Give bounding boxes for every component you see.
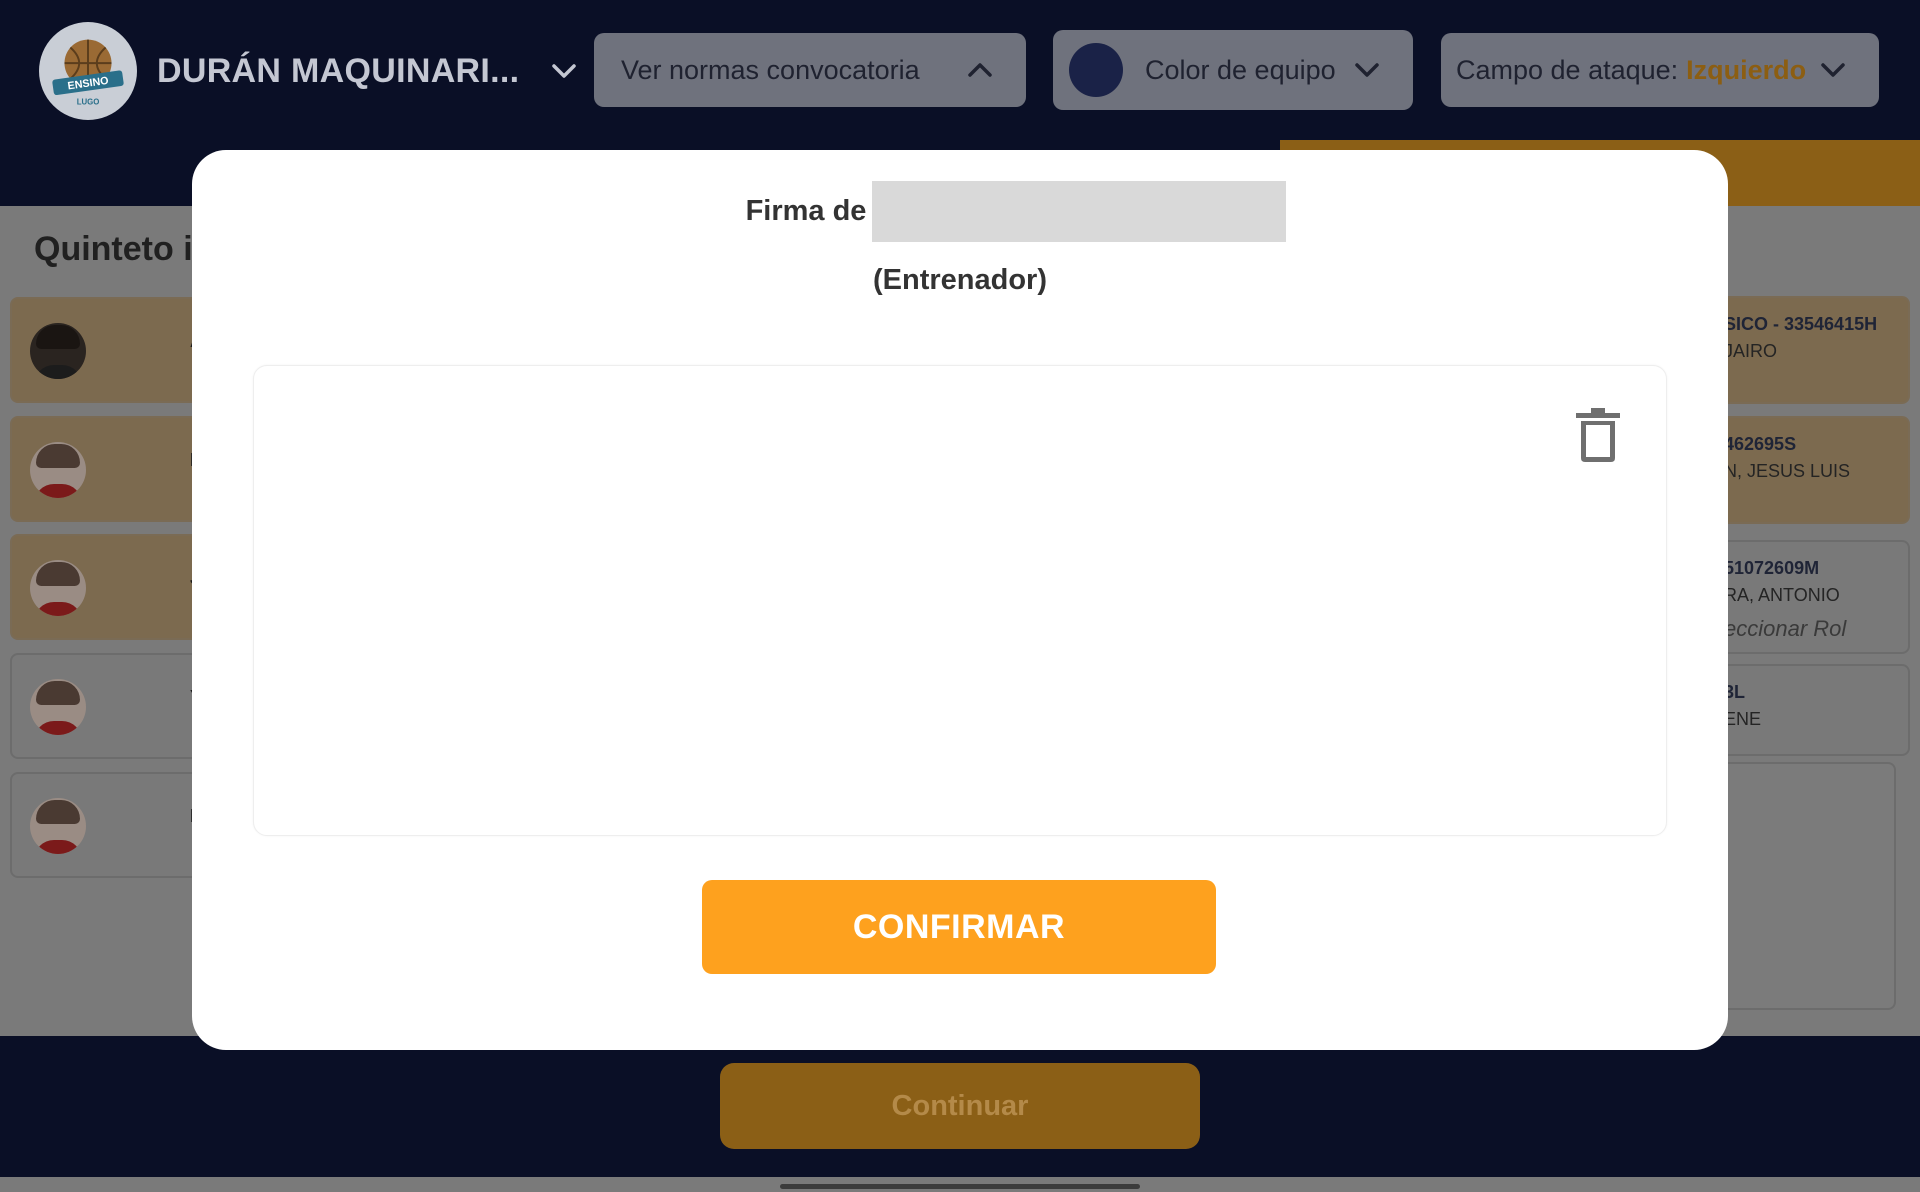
attack-field-dropdown[interactable]: Campo de ataque: Izquierdo [1441, 33, 1879, 107]
signature-prefix: Firma de [745, 195, 867, 227]
player-avatar [30, 323, 86, 379]
player-card[interactable]: A [10, 297, 210, 403]
chevron-down-icon [1821, 63, 1845, 77]
chevron-down-icon[interactable] [548, 55, 580, 87]
top-bar: ENSINO LUGO DURÁN MAQUINARI... Ver norma… [0, 0, 1920, 140]
staff-card[interactable]: 51072609M RA, ANTONIO eccionar Rol [1700, 540, 1910, 654]
staff-name: N, JESUS LUIS [1724, 461, 1851, 481]
staff-role-select[interactable]: eccionar Rol [1724, 616, 1908, 642]
signature-canvas[interactable] [253, 365, 1667, 836]
staff-id: 3L [1724, 682, 1746, 702]
team-name[interactable]: DURÁN MAQUINARI... [157, 52, 519, 91]
staff-name: RA, ANTONIO [1724, 585, 1840, 605]
player-card[interactable]: I [10, 772, 210, 878]
confirm-button[interactable]: CONFIRMAR [702, 880, 1216, 974]
staff-id: SICO - 33546415H [1724, 314, 1878, 334]
staff-name: JAIRO [1724, 341, 1778, 361]
staff-id: 51072609M [1724, 558, 1820, 578]
rules-dropdown[interactable]: Ver normas convocatoria [594, 33, 1026, 107]
staff-empty-slot [1700, 762, 1896, 1010]
player-avatar [30, 560, 86, 616]
player-avatar [30, 679, 86, 735]
staff-id: 462695S [1724, 434, 1797, 454]
signer-name-redacted [872, 181, 1287, 242]
player-card[interactable]: F [10, 416, 210, 522]
section-title: Quinteto i [34, 230, 193, 268]
player-card[interactable]: J [10, 534, 210, 640]
team-color-label: Color de equipo [1145, 54, 1336, 85]
home-indicator [780, 1184, 1140, 1189]
signature-modal: Firma de (Entrenador) CONFIRMAR [192, 150, 1728, 1050]
chevron-down-icon [1355, 63, 1379, 77]
staff-name: ENE [1724, 709, 1762, 729]
attack-field-value: Izquierdo [1686, 54, 1807, 85]
rules-dropdown-label: Ver normas convocatoria [621, 54, 920, 85]
logo-bottom-text: LUGO [77, 97, 100, 106]
player-card[interactable]: Y [10, 653, 210, 759]
team-color-dropdown[interactable]: Color de equipo [1053, 30, 1413, 110]
staff-card[interactable]: 462695S N, JESUS LUIS [1700, 416, 1910, 524]
staff-card[interactable]: 3L ENE [1700, 664, 1910, 756]
continue-button[interactable]: Continuar [720, 1063, 1200, 1149]
chevron-up-icon [968, 63, 992, 77]
attack-field-label: Campo de ataque: [1456, 54, 1679, 85]
team-color-swatch [1069, 43, 1123, 97]
staff-card[interactable]: SICO - 33546415H JAIRO [1700, 296, 1910, 404]
team-logo: ENSINO LUGO [39, 22, 137, 120]
signer-role: (Entrenador) [873, 264, 1047, 296]
player-avatar [30, 798, 86, 854]
player-avatar [30, 442, 86, 498]
trash-icon[interactable] [1576, 408, 1620, 462]
signature-title: Firma de [192, 181, 1728, 242]
